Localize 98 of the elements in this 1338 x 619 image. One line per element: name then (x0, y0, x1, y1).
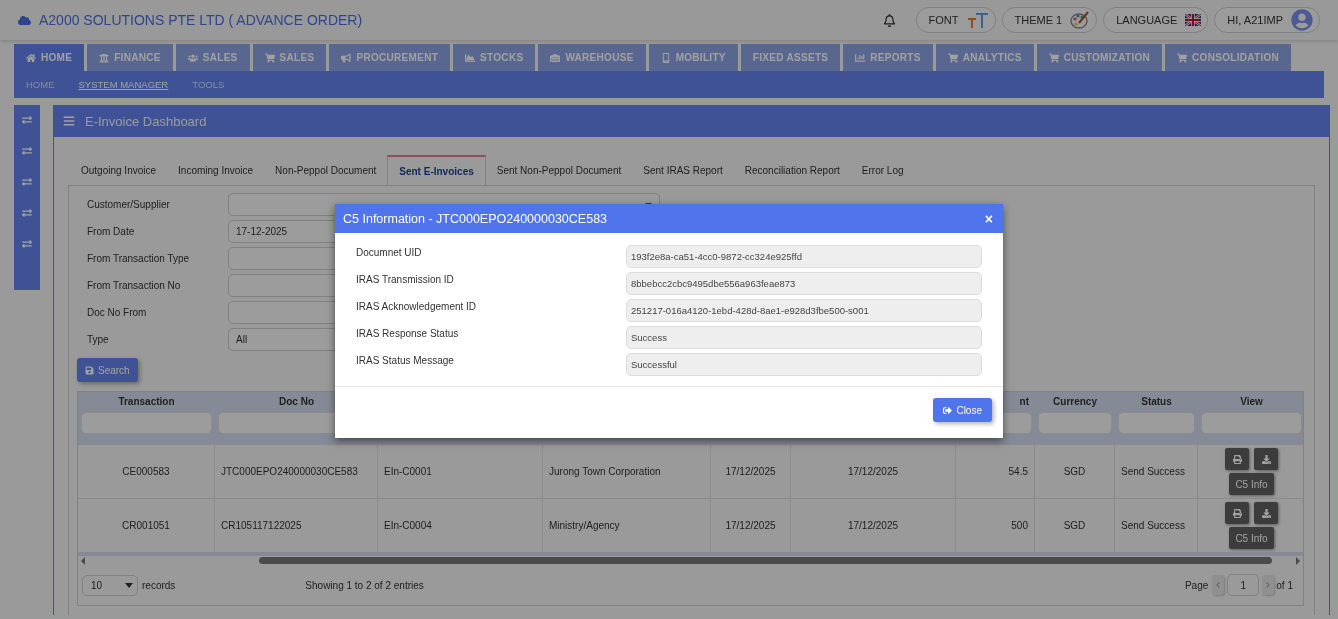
readonly-field[interactable]: Successful (626, 353, 982, 376)
dashboard-tab[interactable]: Sent E-Invoices (387, 155, 486, 185)
download-button[interactable] (1254, 448, 1278, 470)
horizontal-scrollbar[interactable] (78, 552, 1303, 565)
filter-label: Type (86, 334, 110, 345)
module-tab[interactable]: HOME (14, 44, 85, 71)
warehouse-icon (550, 52, 561, 63)
download-button[interactable] (1254, 502, 1278, 524)
download-icon (1261, 508, 1271, 518)
dashboard-tab[interactable]: Sent Non-Peppol Document (485, 155, 633, 185)
font-button[interactable]: FONT (915, 7, 996, 33)
table-cell: EIn-C0004 (378, 499, 543, 552)
filter-label: From Transaction Type (86, 253, 191, 264)
print-icon (1232, 508, 1242, 518)
exchange-icon[interactable] (22, 177, 32, 187)
filter-label: Doc No From (86, 307, 148, 318)
page-number-field[interactable]: 1 (1227, 574, 1260, 596)
readonly-field[interactable]: 251217-016a4120-1ebd-428d-8ae1-e928d3fbe500-s001 (626, 299, 982, 322)
table-cell: Send Success (1115, 499, 1198, 552)
language-button[interactable]: LANGUAGE (1103, 7, 1209, 33)
table-cell: 17/12/2025 (791, 499, 956, 552)
menu-icon[interactable] (63, 115, 75, 127)
bullhorn-icon (341, 52, 352, 63)
field-label: IRAS Response Status (356, 327, 460, 339)
readonly-field[interactable]: 8bbebcc2cbc9495dbe556a963feae873 (626, 272, 982, 295)
c5-info-button[interactable]: C5 Info (1229, 527, 1274, 549)
palette-icon (1070, 11, 1091, 29)
print-button[interactable] (1225, 448, 1249, 470)
home-icon (26, 52, 36, 63)
records-label: records (142, 579, 176, 591)
filter-label: Customer/Supplier (86, 199, 171, 210)
table-cell: CR001051 (78, 499, 215, 552)
dashboard-tab[interactable]: Outgoing Invoice (70, 155, 168, 185)
dashboard-tab[interactable]: Error Log (850, 155, 915, 185)
exchange-icon[interactable] (22, 208, 32, 218)
cloud-icon (18, 13, 31, 27)
bell-icon[interactable] (882, 13, 896, 27)
column-header: nt (1019, 396, 1029, 407)
dashboard-title: E-Invoice Dashboard (85, 113, 207, 129)
avatar-icon (1291, 9, 1313, 31)
print-icon (1232, 454, 1242, 464)
entries-info: Showing 1 to 2 of 2 entries (305, 579, 425, 591)
column-filter-field[interactable] (1201, 412, 1302, 434)
search-button[interactable]: Search (77, 358, 138, 382)
column-header: Transaction (118, 396, 175, 407)
exchange-icon[interactable] (22, 115, 32, 125)
field-label: IRAS Acknowledgement ID (356, 300, 478, 312)
field-label: IRAS Transmission ID (356, 273, 455, 285)
flag-icon (1185, 14, 1202, 26)
column-header: Currency (1053, 396, 1097, 407)
dialog-title: C5 Information - JTC000EPO240000030CE583 (343, 211, 608, 226)
company-title: A2000 SOLUTIONS PTE LTD ( ADVANCE ORDER) (39, 12, 364, 28)
column-header: Status (1141, 396, 1172, 407)
field-label: IRAS Status Message (356, 354, 455, 366)
sign-out-icon (943, 405, 953, 415)
page-size-select[interactable]: 10 (82, 574, 138, 596)
bank-icon (99, 52, 110, 63)
c5-info-button[interactable]: C5 Info (1229, 473, 1274, 495)
chevron-right-icon (1265, 582, 1272, 588)
page-label: Page (1184, 579, 1209, 591)
user-button[interactable]: HI, A21IMP (1214, 7, 1320, 33)
readonly-field[interactable]: Success (626, 326, 982, 349)
dashboard-tab[interactable]: Non-Peppol Document (264, 155, 388, 185)
close-button[interactable]: × (984, 210, 993, 227)
filter-label: From Date (86, 226, 136, 237)
cart-icon (1048, 52, 1059, 63)
cart-icon (264, 52, 275, 63)
submenu-link[interactable]: SYSTEM MANAGER (78, 79, 169, 90)
exchange-icon[interactable] (22, 146, 32, 156)
users-icon (187, 52, 198, 63)
table-cell: 500 (956, 499, 1035, 552)
exchange-icon[interactable] (22, 239, 32, 249)
dashboard-tab[interactable]: Incoming Invoice (167, 155, 265, 185)
page-total: of 1 (1276, 579, 1293, 591)
column-header: Doc No (279, 396, 314, 407)
cart-icon (1177, 52, 1188, 63)
table-cell: CR105117122025 (215, 499, 378, 552)
print-button[interactable] (1225, 502, 1249, 524)
dashboard-tab[interactable]: Reconciliation Report (733, 155, 851, 185)
bar-chart-icon (855, 52, 866, 63)
chevron-left-icon (1215, 582, 1222, 588)
table-cell: Ministry/Agency (543, 499, 711, 552)
dashboard-tab[interactable]: Sent IRAS Report (632, 155, 734, 185)
mobile-icon (660, 52, 671, 63)
table-cell: 17/12/2025 (711, 499, 791, 552)
cart-icon (947, 52, 958, 63)
dialog-close-button[interactable]: Close (933, 398, 992, 422)
save-icon (85, 365, 94, 375)
font-size-icon (966, 12, 989, 28)
column-header: View (1240, 396, 1263, 407)
readonly-field[interactable]: 193f2e8a-ca51-4cc0-9872-cc324e925ffd (626, 245, 982, 268)
table-cell: SGD (1035, 499, 1115, 552)
field-label: Documnet UID (356, 246, 423, 258)
download-icon (1261, 454, 1271, 464)
area-chart-icon (465, 52, 476, 63)
theme-button[interactable]: THEME 1 (1001, 7, 1098, 33)
filter-label: From Transaction No (86, 280, 182, 291)
caret-icon (125, 582, 133, 588)
